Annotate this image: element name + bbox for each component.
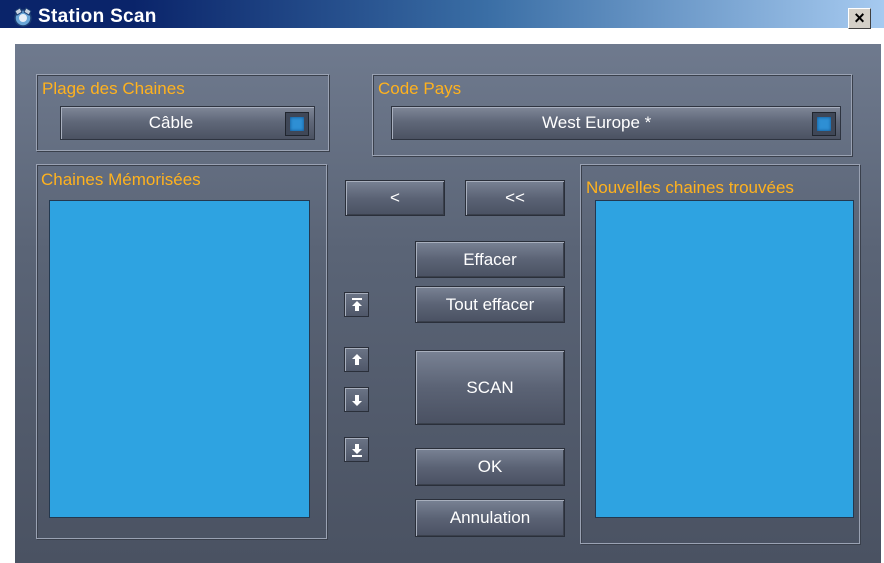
new-channels-label: Nouvelles chaines trouvées [586,178,794,197]
satellite-icon [12,6,34,28]
move-up-button[interactable] [344,347,369,372]
main-panel: Plage des Chaines Câble Code Pays West E… [15,44,881,563]
stored-channels-label: Chaines Mémorisées [41,170,201,189]
delete-button[interactable]: Effacer [415,241,565,278]
country-code-dropdown-icon[interactable] [812,112,836,136]
new-channels-list[interactable] [595,200,854,518]
move-to-top-button[interactable] [344,292,369,317]
move-to-bottom-icon [351,443,362,457]
move-down-icon [351,394,362,406]
channel-range-combo[interactable]: Câble [60,106,315,140]
move-up-icon [351,353,362,365]
channel-range-dropdown-icon[interactable] [285,112,309,136]
country-code-label: Code Pays [378,79,462,98]
close-button[interactable]: × [848,8,871,29]
move-selected-button[interactable]: < [345,180,445,216]
stored-channels-list[interactable] [49,200,310,518]
move-down-button[interactable] [344,387,369,412]
move-to-bottom-button[interactable] [344,437,369,462]
move-to-top-icon [351,297,362,311]
scan-button[interactable]: SCAN [415,350,565,425]
ok-button[interactable]: OK [415,448,565,486]
country-code-combo[interactable]: West Europe * [391,106,841,140]
delete-all-button[interactable]: Tout effacer [415,286,565,323]
channel-range-value: Câble [148,113,194,132]
channel-range-label: Plage des Chaines [42,79,185,98]
country-code-value: West Europe * [542,113,652,132]
move-all-button[interactable]: << [465,180,565,216]
cancel-button[interactable]: Annulation [415,499,565,537]
window-title: Station Scan [38,6,157,27]
title-bar: Station Scan × [0,0,884,36]
